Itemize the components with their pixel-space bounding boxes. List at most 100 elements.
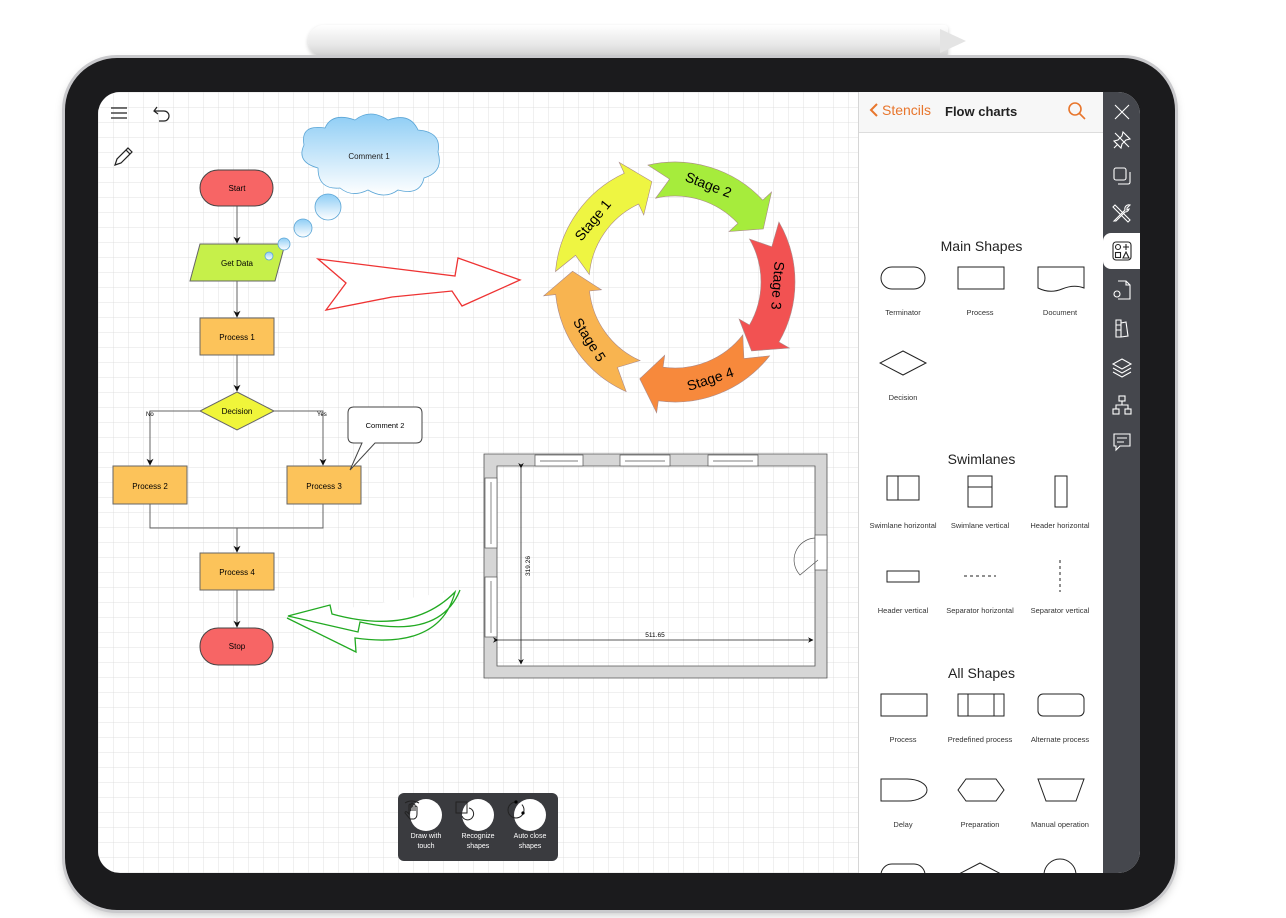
flow-process-1[interactable]: Process 1 <box>199 317 275 356</box>
swatches-button[interactable] <box>1103 310 1140 346</box>
stencil-header-v[interactable]: Header vertical <box>863 556 943 636</box>
page-settings-icon <box>1112 280 1131 300</box>
duplicate-button[interactable] <box>1103 158 1140 194</box>
swim-v-shape-icon <box>967 475 993 508</box>
chevron-left-icon <box>869 103 878 117</box>
sep-v-shape-icon <box>1059 560 1061 592</box>
swatches-icon <box>1114 319 1129 338</box>
no-label: No <box>146 412 154 418</box>
page-settings-button[interactable] <box>1103 272 1140 308</box>
hierarchy-button[interactable] <box>1103 387 1140 423</box>
stencil-terminator[interactable]: Terminator <box>863 855 943 873</box>
comment-button[interactable] <box>1103 424 1140 460</box>
comment-icon <box>1112 433 1131 452</box>
section-title: Swimlanes <box>947 451 1016 467</box>
panel-title: Flow charts <box>945 104 1018 119</box>
delay-shape-icon <box>880 778 928 802</box>
back-label: Stencils <box>882 102 932 118</box>
sep-h-shape-icon <box>964 575 996 577</box>
duplicate-icon <box>1112 167 1131 185</box>
tool-label: shapes <box>518 843 542 850</box>
close-icon <box>1114 104 1129 120</box>
stencil-sep-v[interactable]: Separator vertical <box>1020 556 1100 636</box>
stencil-predefined[interactable]: Predefined process <box>940 685 1020 765</box>
stencil-preparation[interactable]: Preparation <box>940 770 1020 850</box>
height-dimension: 319.26 <box>525 556 532 576</box>
process3-label: Process 3 <box>306 482 342 491</box>
alternate-shape-icon <box>1037 693 1085 717</box>
stencil-swim-h[interactable]: Swimlane horizontal <box>863 471 943 551</box>
flow-get-data[interactable]: Get Data <box>189 243 286 282</box>
tool-label: touch <box>417 843 435 850</box>
stencil-manual[interactable]: Manual operation <box>1020 770 1100 850</box>
tool-label: Draw with <box>410 833 442 840</box>
tool-label: Auto close <box>513 833 547 840</box>
stencil-label: Separator horizontal <box>946 606 1014 615</box>
stencil-document[interactable]: Document <box>1020 258 1100 338</box>
menu-icon <box>111 107 127 119</box>
stencils-button[interactable] <box>1103 233 1140 269</box>
recognize-shapes-icon <box>455 801 475 821</box>
pin-icon <box>1112 130 1131 150</box>
stencil-label: Manual operation <box>1031 820 1089 829</box>
tool-label: Recognize <box>461 833 495 840</box>
drawing-canvas[interactable]: Start Get Data Process 1 Decision No Yes… <box>98 92 858 873</box>
draw-with-touch-button[interactable]: Draw with touch <box>401 799 451 851</box>
stage-label: Stage 3 <box>768 261 787 310</box>
stencil-decision[interactable]: Decision <box>863 343 943 423</box>
stencil-decision[interactable]: Decision <box>940 855 1020 873</box>
stencil-sep-h[interactable]: Separator horizontal <box>940 556 1020 636</box>
yes-label: Yes <box>317 412 327 418</box>
undo-icon <box>153 106 170 122</box>
search-button[interactable] <box>1067 101 1087 126</box>
stencil-delay[interactable]: Delay <box>863 770 943 850</box>
tools-icon <box>1111 204 1131 223</box>
stencil-label: Process <box>966 308 994 317</box>
manual-shape-icon <box>1037 778 1085 802</box>
comment2-label: Comment 2 <box>366 421 405 430</box>
stencil-label: Decision <box>888 393 918 402</box>
get-data-label: Get Data <box>221 259 254 268</box>
stencils-panel: Stencils Flow charts Main Shapes Terminat… <box>858 92 1104 873</box>
terminator-shape-icon <box>880 266 926 290</box>
stencil-process[interactable]: Process <box>863 685 943 765</box>
apple-pencil <box>308 25 948 57</box>
hierarchy-icon <box>1111 395 1132 415</box>
header-h-shape-icon <box>1054 475 1068 508</box>
tools-button[interactable] <box>1103 195 1140 231</box>
layers-button[interactable] <box>1103 349 1140 385</box>
comment1-label: Comment 1 <box>348 152 390 161</box>
circle-shape-icon <box>1043 858 1077 873</box>
flow-start[interactable]: Start <box>199 169 274 207</box>
decision-shape-icon <box>959 862 1001 873</box>
header-v-shape-icon <box>886 570 920 583</box>
flow-process-3[interactable]: Process 3 <box>286 465 362 505</box>
decision-shape-icon <box>879 350 928 376</box>
recognize-shapes-button[interactable]: Recognize shapes <box>453 799 503 851</box>
drawing-mode-toolbar: Draw with touch Recognize shapes Auto clos… <box>398 793 558 861</box>
back-to-stencils-button[interactable]: Stencils <box>869 102 931 118</box>
section-title: Main Shapes <box>940 238 1023 254</box>
flow-process-2[interactable]: Process 2 <box>112 465 188 505</box>
pin-button[interactable] <box>1103 122 1140 158</box>
decision-label: Decision <box>222 407 253 416</box>
stencil-header-h[interactable]: Header horizontal <box>1020 471 1100 551</box>
stencil-alternate[interactable]: Alternate process <box>1020 685 1100 765</box>
auto-close-shapes-button[interactable]: Auto close shapes <box>505 799 555 851</box>
stencils-icon <box>1111 241 1132 261</box>
app-screen: Start Get Data Process 1 Decision No Yes… <box>98 92 1140 873</box>
stencil-terminator[interactable]: Terminator <box>863 258 943 338</box>
document-shape-icon <box>1037 266 1085 292</box>
auto-close-icon <box>507 800 525 819</box>
stencil-process[interactable]: Process <box>940 258 1020 338</box>
stencil-swim-v[interactable]: Swimlane vertical <box>940 471 1020 551</box>
layers-icon <box>1111 358 1132 378</box>
stencil-circle[interactable]: On-page reference <box>1020 855 1100 873</box>
stencil-label: Header horizontal <box>1030 521 1090 530</box>
panel-header: Stencils Flow charts <box>859 92 1104 133</box>
right-toolbar <box>1103 92 1140 873</box>
flow-stop[interactable]: Stop <box>199 627 274 666</box>
flow-process-4[interactable]: Process 4 <box>199 552 275 591</box>
width-dimension: 511.65 <box>645 632 665 639</box>
stencil-label: Alternate process <box>1030 735 1090 744</box>
